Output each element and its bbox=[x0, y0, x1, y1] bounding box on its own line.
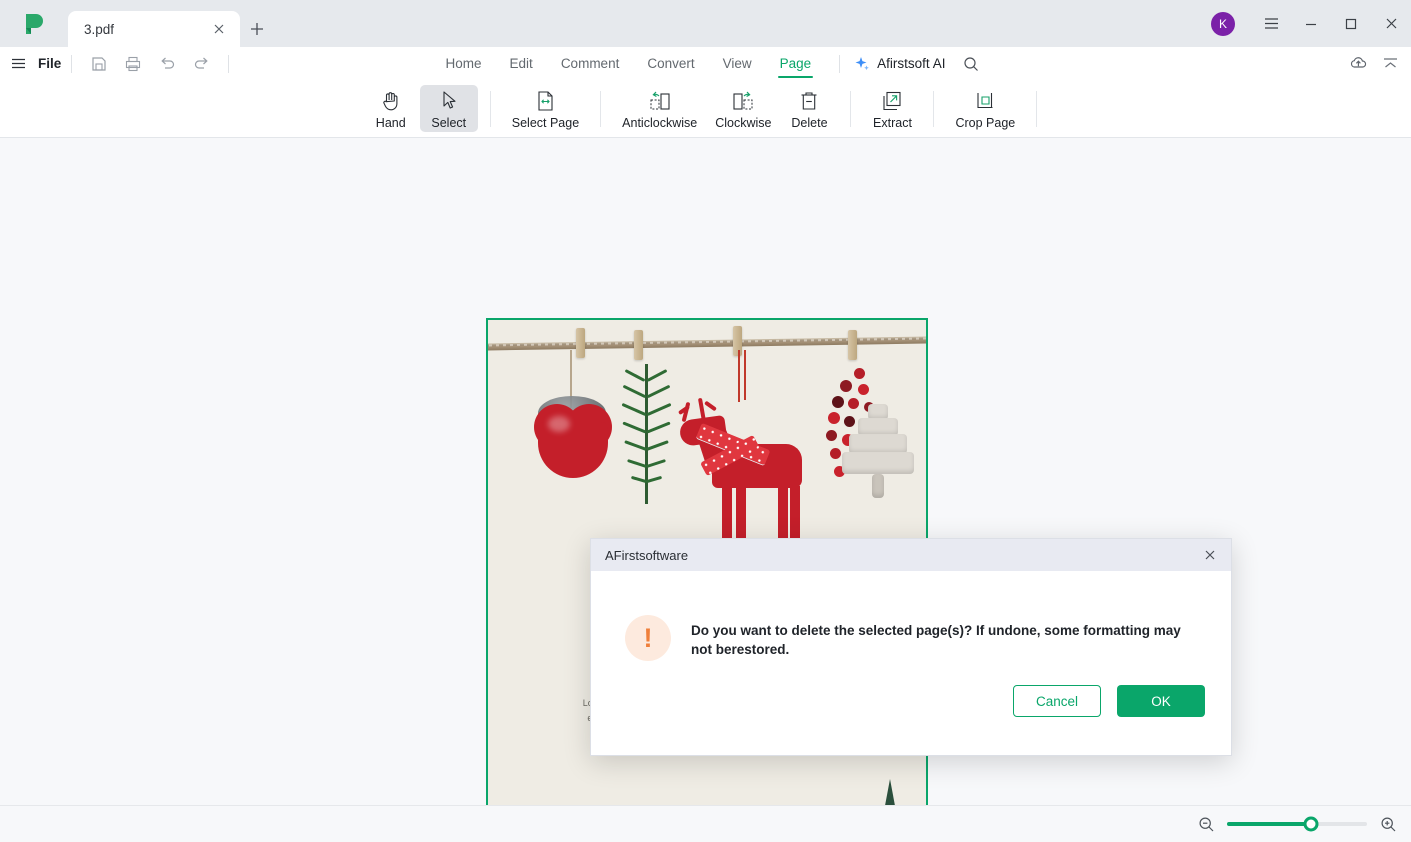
ribbon-group-crop: Crop Page bbox=[946, 85, 1024, 132]
dialog-body: ! Do you want to delete the selected pag… bbox=[591, 571, 1231, 661]
sparkle-icon bbox=[855, 56, 869, 70]
crop-page-button[interactable]: Crop Page bbox=[946, 85, 1024, 132]
ai-label: Afirstsoft AI bbox=[877, 56, 946, 71]
ribbon-group-extract: Extract bbox=[863, 85, 921, 132]
app-logo bbox=[0, 0, 68, 47]
warning-mark: ! bbox=[643, 622, 653, 653]
ribbon-group-rotate: Anticlockwise Clockwise Delete bbox=[613, 85, 838, 132]
afirstsoft-ai-button[interactable]: Afirstsoft AI bbox=[854, 56, 945, 72]
extract-button[interactable]: Extract bbox=[863, 85, 921, 132]
rotate-clockwise-label: Clockwise bbox=[715, 116, 772, 130]
rotate-anticlockwise-button[interactable]: Anticlockwise bbox=[613, 85, 706, 132]
divider bbox=[933, 90, 935, 127]
divider bbox=[489, 90, 491, 127]
tab-view[interactable]: View bbox=[709, 47, 766, 80]
rotate-right-icon bbox=[731, 88, 755, 113]
select-page-label: Select Page bbox=[511, 116, 580, 130]
ok-button[interactable]: OK bbox=[1117, 685, 1205, 717]
tab-comment[interactable]: Comment bbox=[547, 47, 634, 80]
white-tree-ornament bbox=[840, 404, 916, 508]
zoom-slider-fill bbox=[1227, 822, 1311, 826]
crop-page-label: Crop Page bbox=[955, 116, 1016, 130]
divider bbox=[839, 54, 841, 73]
select-tool-label: Select bbox=[431, 116, 467, 130]
tab-close-icon[interactable] bbox=[208, 18, 230, 40]
rotate-anticlockwise-label: Anticlockwise bbox=[622, 116, 698, 130]
warning-icon: ! bbox=[625, 615, 671, 661]
menu-right-icons bbox=[1345, 47, 1403, 80]
tab-home[interactable]: Home bbox=[432, 47, 496, 80]
divider bbox=[600, 90, 602, 127]
title-bar: 3.pdf K bbox=[0, 0, 1411, 47]
dialog-title: AFirstsoftware bbox=[605, 547, 689, 563]
confirm-delete-dialog: AFirstsoftware ! Do you want to delete t… bbox=[590, 538, 1232, 756]
hand-icon bbox=[381, 88, 401, 113]
minimize-button[interactable] bbox=[1291, 0, 1331, 47]
cancel-button[interactable]: Cancel bbox=[1013, 685, 1101, 717]
zoom-slider[interactable] bbox=[1227, 816, 1367, 832]
ribbon-group-select-page: Select Page bbox=[503, 85, 588, 132]
crop-icon bbox=[974, 88, 996, 113]
cloud-upload-icon[interactable] bbox=[1345, 51, 1371, 77]
search-icon[interactable] bbox=[963, 56, 979, 72]
hand-tool-button[interactable]: Hand bbox=[362, 85, 420, 132]
close-button[interactable] bbox=[1371, 0, 1411, 47]
page-photo-snow-village bbox=[488, 753, 926, 805]
select-page-button[interactable]: Select Page bbox=[503, 85, 588, 132]
divider bbox=[1036, 90, 1038, 127]
close-icon[interactable] bbox=[1197, 542, 1223, 568]
ribbon-group-tools: Hand Select bbox=[362, 85, 478, 132]
document-canvas[interactable]: Lorem ipsum dolor sit amet, consectetur … bbox=[0, 138, 1411, 805]
zoom-in-icon[interactable] bbox=[1375, 811, 1401, 837]
extract-label: Extract bbox=[873, 116, 912, 130]
select-page-icon bbox=[535, 88, 556, 113]
divider bbox=[850, 90, 852, 127]
heart-ornament bbox=[532, 396, 614, 482]
maximize-button[interactable] bbox=[1331, 0, 1371, 47]
window-controls: K bbox=[1211, 0, 1411, 47]
menu-bar: File Home Edit Comment Convert View Page bbox=[0, 47, 1411, 80]
application-window: 3.pdf K File Home Edit Comment Convert V… bbox=[0, 0, 1411, 842]
new-tab-button[interactable] bbox=[240, 11, 274, 47]
cursor-icon bbox=[440, 88, 458, 113]
delete-page-button[interactable]: Delete bbox=[780, 85, 838, 132]
trash-icon bbox=[799, 88, 819, 113]
tab-title: 3.pdf bbox=[84, 21, 115, 37]
status-bar bbox=[0, 805, 1411, 842]
collapse-ribbon-icon[interactable] bbox=[1377, 51, 1403, 77]
document-tab[interactable]: 3.pdf bbox=[68, 11, 240, 47]
extract-icon bbox=[881, 88, 903, 113]
avatar[interactable]: K bbox=[1211, 11, 1235, 36]
select-tool-button[interactable]: Select bbox=[419, 85, 478, 132]
rope-decoration bbox=[488, 336, 926, 351]
dialog-actions: Cancel OK bbox=[591, 661, 1231, 717]
pine-sprig bbox=[618, 364, 676, 504]
dialog-header: AFirstsoftware bbox=[591, 539, 1231, 571]
ribbon-tabs: Home Edit Comment Convert View Page Afir… bbox=[0, 47, 1411, 80]
zoom-out-icon[interactable] bbox=[1193, 811, 1219, 837]
tab-page[interactable]: Page bbox=[766, 47, 826, 80]
ribbon-toolbar: Hand Select Select Page Anticlockwise Cl… bbox=[0, 80, 1411, 138]
delete-page-label: Delete bbox=[791, 116, 828, 130]
dialog-message: Do you want to delete the selected page(… bbox=[691, 623, 1181, 657]
rotate-left-icon bbox=[648, 88, 672, 113]
zoom-slider-handle[interactable] bbox=[1303, 816, 1319, 832]
tab-convert[interactable]: Convert bbox=[633, 47, 708, 80]
tab-edit[interactable]: Edit bbox=[496, 47, 547, 80]
hamburger-menu-icon[interactable] bbox=[1251, 0, 1291, 47]
rotate-clockwise-button[interactable]: Clockwise bbox=[706, 85, 780, 132]
hand-tool-label: Hand bbox=[375, 116, 406, 130]
